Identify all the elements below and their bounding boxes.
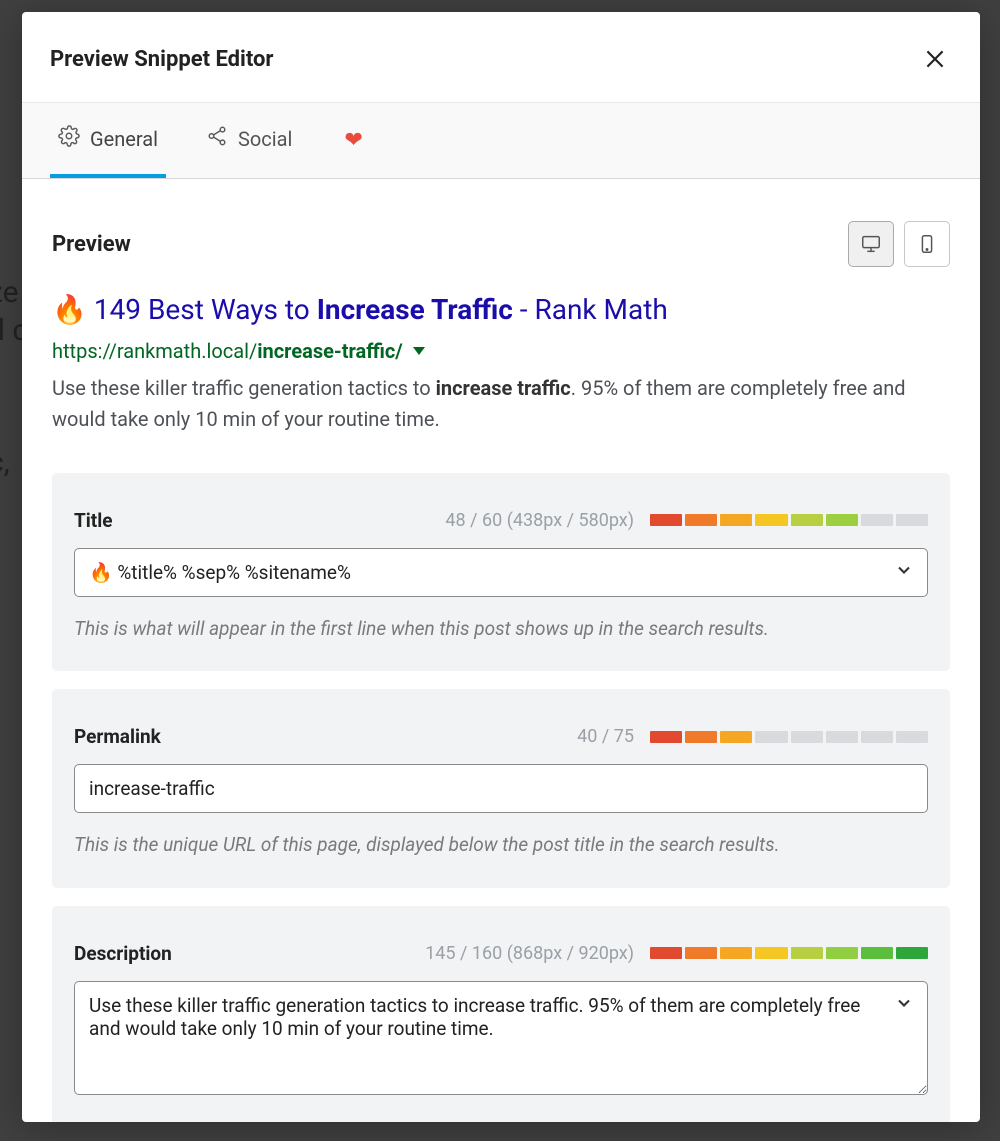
serp-preview: 🔥 149 Best Ways to Increase Traffic - Ra… bbox=[52, 291, 950, 435]
tab-social[interactable]: Social bbox=[198, 103, 300, 178]
mobile-icon bbox=[916, 233, 938, 255]
description-textarea[interactable] bbox=[74, 981, 928, 1095]
description-helper: This is what will appear as the descript… bbox=[74, 1117, 928, 1122]
tab-general[interactable]: General bbox=[50, 103, 166, 178]
device-toggle bbox=[848, 221, 950, 267]
title-input[interactable] bbox=[74, 548, 928, 597]
close-button[interactable] bbox=[918, 42, 952, 76]
share-icon bbox=[206, 125, 228, 152]
description-length-bar bbox=[650, 947, 928, 959]
permalink-length-bar bbox=[650, 731, 928, 743]
desktop-icon bbox=[860, 233, 882, 255]
title-counter: 48 / 60 (438px / 580px) bbox=[445, 510, 634, 531]
permalink-input[interactable] bbox=[74, 764, 928, 813]
permalink-counter: 40 / 75 bbox=[577, 726, 634, 747]
device-desktop-button[interactable] bbox=[848, 221, 894, 267]
preview-label: Preview bbox=[52, 232, 131, 257]
description-section: Description 145 / 160 (868px / 920px) Th… bbox=[52, 906, 950, 1122]
gear-icon bbox=[58, 125, 80, 152]
device-mobile-button[interactable] bbox=[904, 221, 950, 267]
modal-title: Preview Snippet Editor bbox=[50, 47, 274, 72]
permalink-label: Permalink bbox=[74, 725, 161, 748]
title-helper: This is what will appear in the first li… bbox=[74, 615, 928, 644]
permalink-helper: This is the unique URL of this page, dis… bbox=[74, 831, 928, 860]
modal-header: Preview Snippet Editor bbox=[22, 12, 980, 103]
title-label: Title bbox=[74, 509, 113, 532]
description-counter: 145 / 160 (868px / 920px) bbox=[425, 943, 634, 964]
tabs: General Social ❤ bbox=[22, 103, 980, 179]
serp-description: Use these killer traffic generation tact… bbox=[52, 373, 950, 435]
serp-emoji: 🔥 bbox=[52, 293, 87, 326]
title-section: Title 48 / 60 (438px / 580px) This is wh… bbox=[52, 473, 950, 672]
tab-general-label: General bbox=[90, 127, 158, 151]
permalink-section: Permalink 40 / 75 This is the unique URL… bbox=[52, 689, 950, 888]
serp-title: 🔥 149 Best Ways to Increase Traffic - Ra… bbox=[52, 291, 950, 329]
title-length-bar bbox=[650, 514, 928, 526]
serp-url: https://rankmath.local/increase-traffic/ bbox=[52, 339, 950, 363]
heart-icon[interactable]: ❤ bbox=[344, 128, 362, 153]
snippet-editor-modal: Preview Snippet Editor General Social ❤ … bbox=[22, 12, 980, 1122]
dropdown-caret-icon[interactable] bbox=[413, 347, 425, 355]
close-icon bbox=[922, 46, 948, 72]
description-label: Description bbox=[74, 942, 172, 965]
tab-social-label: Social bbox=[238, 127, 292, 151]
